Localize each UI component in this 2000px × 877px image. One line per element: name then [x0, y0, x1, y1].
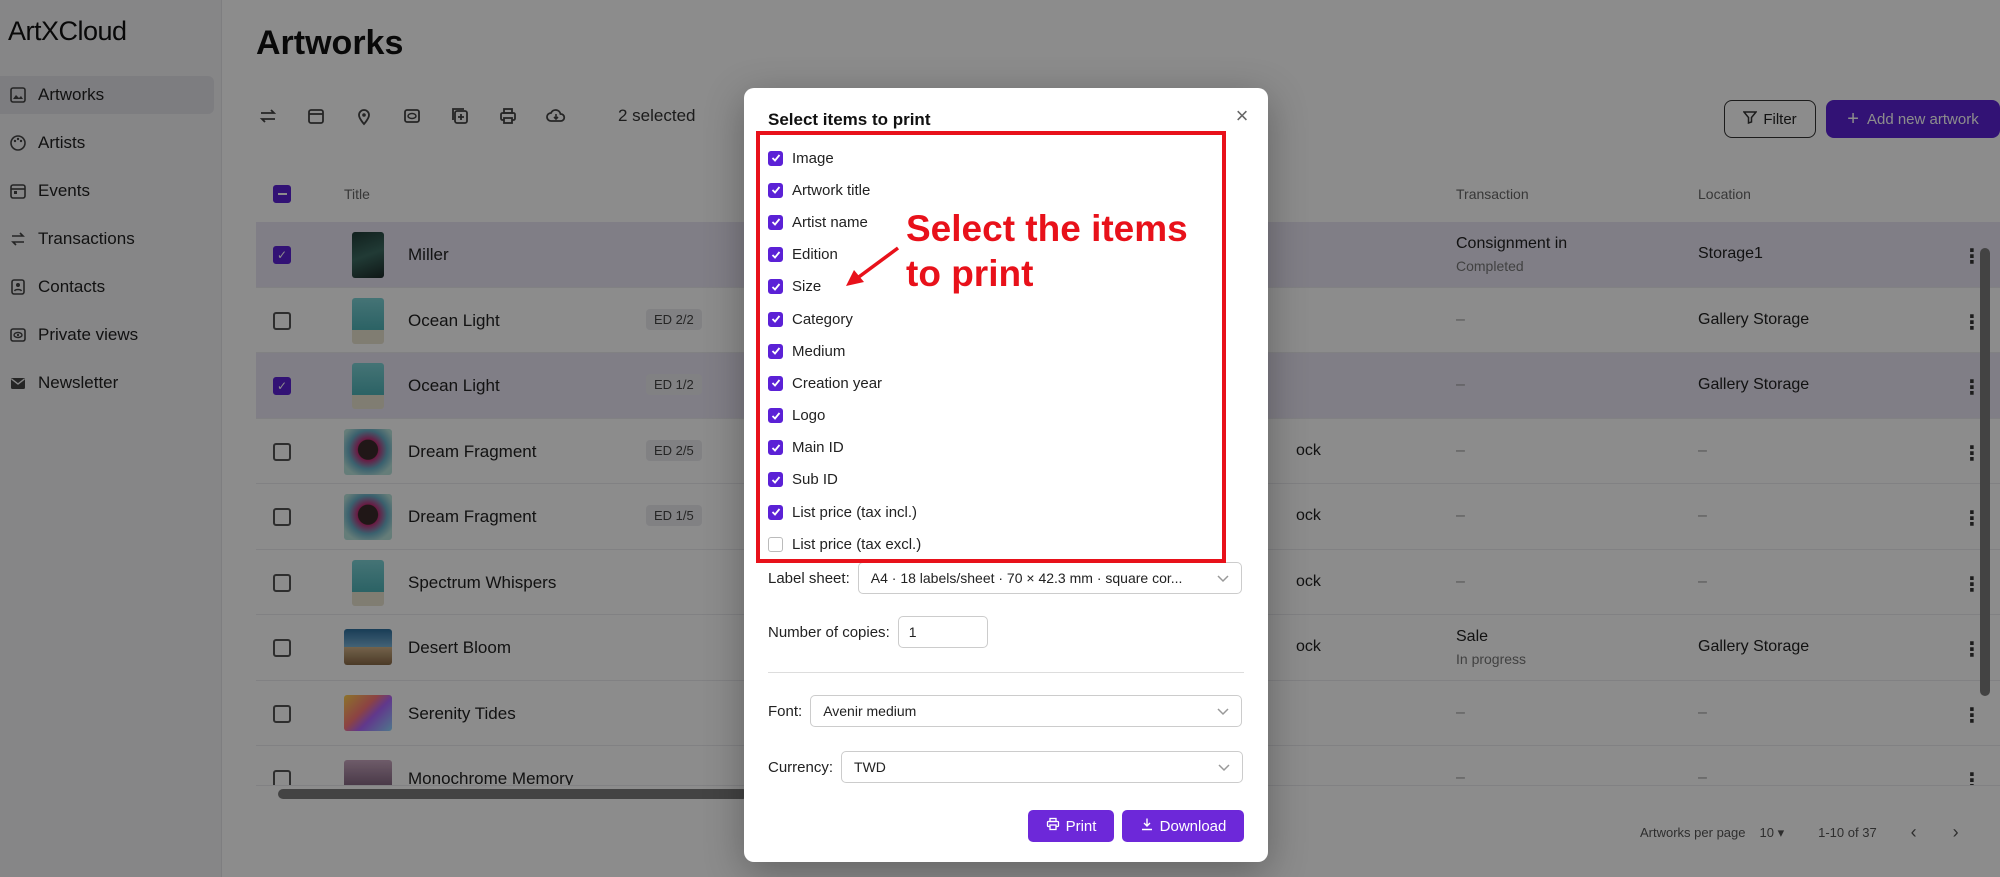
label-sheet-row: Label sheet: A4 · 18 labels/sheet · 70 ×… — [768, 562, 1242, 594]
font-row: Font: Avenir medium — [768, 695, 1243, 727]
annotation-callout: Select the items to print — [906, 206, 1188, 296]
label-colon: : — [885, 623, 890, 641]
print-label: Print — [1065, 817, 1097, 835]
annotation-highlight-box — [756, 131, 1226, 563]
currency-select[interactable]: TWD — [841, 751, 1244, 783]
divider — [768, 672, 1244, 673]
print-icon — [1046, 817, 1060, 835]
font-select[interactable]: Avenir medium — [810, 695, 1243, 727]
print-button[interactable]: Print — [1028, 810, 1114, 842]
chevron-down-icon — [1217, 570, 1229, 586]
copies-row: Number of copies: 1 — [768, 616, 988, 648]
label-sheet-select[interactable]: A4 · 18 labels/sheet · 70 × 42.3 mm · sq… — [857, 562, 1242, 594]
currency-value: TWD — [854, 759, 886, 775]
chevron-down-icon — [1217, 703, 1229, 719]
label-colon: : — [845, 569, 850, 587]
currency-label: Currency — [768, 758, 829, 776]
label-colon: : — [828, 758, 834, 776]
font-value: Avenir medium — [823, 703, 917, 719]
label-sheet-label: Label sheet — [768, 569, 846, 587]
copies-label: Number of copies — [768, 623, 886, 641]
annotation-line-1: Select the items — [906, 208, 1188, 249]
download-icon — [1140, 817, 1154, 835]
download-button[interactable]: Download — [1122, 810, 1244, 842]
download-label: Download — [1159, 817, 1227, 835]
label-colon: : — [798, 702, 803, 720]
annotation-arrow-icon — [846, 246, 900, 286]
label-sheet-value: A4 · 18 labels/sheet · 70 × 42.3 mm · sq… — [870, 570, 1183, 586]
chevron-down-icon — [1218, 759, 1230, 775]
dialog-title: Select items to print — [768, 110, 931, 129]
font-label: Font — [768, 702, 799, 720]
close-icon[interactable]: × — [1230, 103, 1254, 128]
annotation-line-2: to print — [906, 253, 1034, 295]
currency-row: Currency: TWD — [768, 751, 1244, 783]
copies-input[interactable]: 1 — [897, 616, 988, 648]
